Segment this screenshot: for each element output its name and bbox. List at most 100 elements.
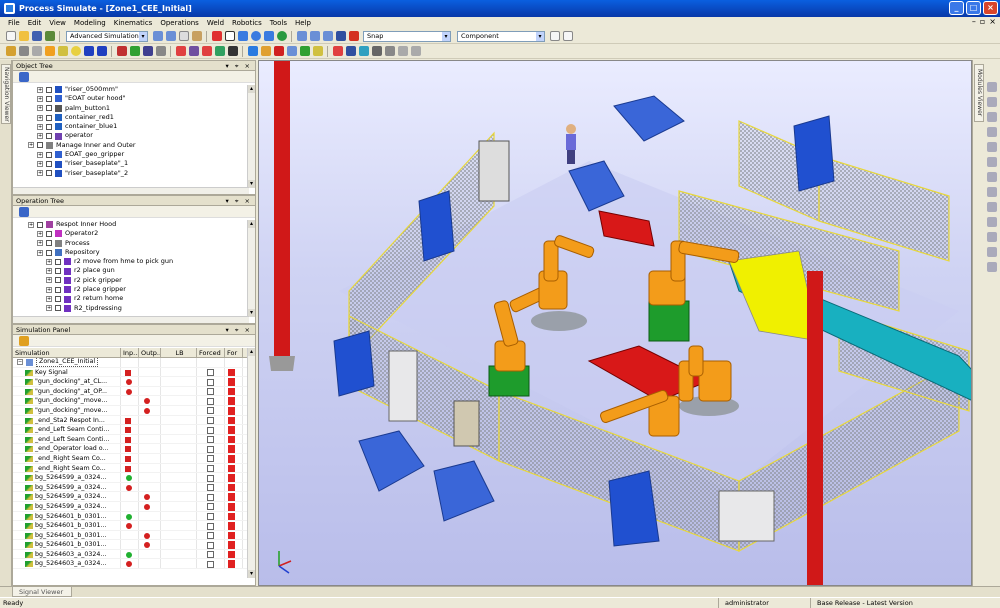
signal-viewer-tab[interactable]: Signal Viewer xyxy=(12,587,72,597)
visibility-checkbox[interactable] xyxy=(46,86,52,93)
force-value-cell[interactable] xyxy=(228,560,235,569)
operation-tree-item[interactable]: + r2 return home xyxy=(13,294,249,303)
object-tree-hscrollbar[interactable] xyxy=(13,187,249,194)
expand-toggle[interactable]: + xyxy=(46,286,52,293)
blank-icon[interactable] xyxy=(155,46,166,56)
visibility-checkbox[interactable] xyxy=(55,258,61,265)
force-value-cell[interactable] xyxy=(228,454,235,463)
signal-row[interactable]: bg_5264603_a_0324... xyxy=(13,559,249,570)
force-value-cell[interactable] xyxy=(228,550,235,559)
delete-icon[interactable] xyxy=(211,31,222,41)
cut-icon[interactable] xyxy=(188,46,199,56)
operation-tree-item[interactable]: + Process xyxy=(13,239,249,248)
expand-toggle[interactable]: + xyxy=(37,151,43,158)
paste-icon[interactable] xyxy=(191,31,202,41)
forced-checkbox[interactable] xyxy=(207,474,214,482)
view-back-icon[interactable] xyxy=(987,157,997,167)
signal-row[interactable]: bg_5264601_b_0301... xyxy=(13,511,249,522)
operation-tree-item[interactable]: + r2 place gripper xyxy=(13,285,249,294)
expand-toggle[interactable]: + xyxy=(46,277,52,284)
signal-row[interactable]: "gun_docking"_at_OP... xyxy=(13,386,249,397)
forced-checkbox[interactable] xyxy=(207,436,214,444)
expand-toggle[interactable]: + xyxy=(37,133,43,140)
path-icon[interactable] xyxy=(214,46,225,56)
signal-row[interactable]: bg_5264601_b_0301... xyxy=(13,540,249,550)
operation-tree-item[interactable]: + R2_tipdressing xyxy=(13,304,249,313)
zoom-fit-icon[interactable] xyxy=(263,31,274,41)
view-zoom-icon[interactable] xyxy=(987,112,997,122)
force-value-cell[interactable] xyxy=(228,541,235,549)
forced-checkbox[interactable] xyxy=(207,426,214,434)
open-icon[interactable] xyxy=(18,31,29,41)
signal-row[interactable]: "gun_docking"_move... xyxy=(13,396,249,406)
operation-tree-item[interactable]: + r2 pick gripper xyxy=(13,276,249,285)
force-value-cell[interactable] xyxy=(228,397,235,405)
view-fit-icon[interactable] xyxy=(987,127,997,137)
forced-checkbox[interactable] xyxy=(207,541,214,549)
study-type-combo[interactable]: Advanced Simulation xyxy=(66,30,148,42)
expand-toggle[interactable]: + xyxy=(46,268,52,275)
menu-operations[interactable]: Operations xyxy=(160,19,198,27)
operation-tree-item[interactable]: + Repository xyxy=(13,248,249,257)
operation-tree-item[interactable]: + Operator2 xyxy=(13,229,249,238)
robot-icon[interactable] xyxy=(44,46,55,56)
expand-toggle[interactable]: + xyxy=(46,258,52,265)
forced-checkbox[interactable] xyxy=(207,513,214,520)
force-value-cell[interactable] xyxy=(228,445,235,453)
view-section-icon[interactable] xyxy=(987,247,997,257)
measure-icon[interactable] xyxy=(116,46,127,56)
view-render-icon[interactable] xyxy=(987,262,997,272)
object-tree-item[interactable]: + "riser_baseplate"_2 xyxy=(13,169,249,178)
signal-row[interactable]: _end_Left Seam Conti... xyxy=(13,434,249,445)
forced-checkbox[interactable] xyxy=(207,388,214,396)
view-front-icon[interactable] xyxy=(296,31,307,41)
export-icon[interactable] xyxy=(345,46,356,56)
shading-icon[interactable] xyxy=(335,31,346,41)
visibility-checkbox[interactable] xyxy=(46,105,52,112)
add-signal-icon[interactable] xyxy=(18,335,29,346)
attach-icon[interactable] xyxy=(96,46,107,56)
section-icon[interactable] xyxy=(129,46,140,56)
force-value-cell[interactable] xyxy=(228,435,235,444)
forced-checkbox[interactable] xyxy=(207,378,214,386)
object-tree-item[interactable]: + operator xyxy=(13,131,249,140)
view-iso-icon[interactable] xyxy=(987,232,997,242)
move-icon[interactable] xyxy=(31,46,42,56)
expand-toggle[interactable]: + xyxy=(28,221,34,228)
expand-toggle[interactable]: + xyxy=(37,114,43,121)
forced-checkbox[interactable] xyxy=(207,455,214,463)
teach-icon[interactable] xyxy=(227,46,238,56)
tree-filter-icon[interactable] xyxy=(18,71,29,82)
object-tree-item[interactable]: + "riser_0500mm" xyxy=(13,85,249,94)
operation-tree-item[interactable]: + Respot Inner Hood xyxy=(13,220,249,229)
copy-icon[interactable] xyxy=(178,31,189,41)
forced-checkbox[interactable] xyxy=(207,522,214,530)
force-value-cell[interactable] xyxy=(228,416,235,425)
expand-toggle[interactable]: + xyxy=(46,305,52,312)
col-lb[interactable]: LB xyxy=(161,348,197,357)
signal-row[interactable]: _end_Operator load o... xyxy=(13,444,249,454)
signal-row[interactable]: bg_5264599_a_0324... xyxy=(13,473,249,483)
collision-icon[interactable] xyxy=(175,46,186,56)
view-right-icon[interactable] xyxy=(987,187,997,197)
force-value-cell[interactable] xyxy=(228,493,235,501)
save-icon[interactable] xyxy=(31,31,42,41)
view-top-icon[interactable] xyxy=(309,31,320,41)
graphic-viewer[interactable] xyxy=(258,60,972,586)
collapse-toggle[interactable]: − xyxy=(17,359,23,366)
forced-checkbox[interactable] xyxy=(207,407,214,415)
force-value-cell[interactable] xyxy=(228,522,235,530)
expand-toggle[interactable]: + xyxy=(37,86,43,93)
signal-row[interactable]: bg_5264601_b_0301... xyxy=(13,530,249,541)
force-value-cell[interactable] xyxy=(228,483,235,492)
marker-icon[interactable] xyxy=(70,46,81,56)
visibility-checkbox[interactable] xyxy=(55,286,61,293)
view-top-icon[interactable] xyxy=(987,202,997,212)
3d-cell-scene[interactable] xyxy=(259,61,972,586)
mdi-close-button[interactable]: × xyxy=(989,17,996,26)
object-tree-item[interactable]: + Manage Inner and Outer xyxy=(13,141,249,150)
pick-intent-icon[interactable] xyxy=(549,31,560,41)
col-output[interactable]: Outp... xyxy=(139,348,161,357)
pdf-icon[interactable] xyxy=(332,46,343,56)
forced-checkbox[interactable] xyxy=(207,503,214,511)
